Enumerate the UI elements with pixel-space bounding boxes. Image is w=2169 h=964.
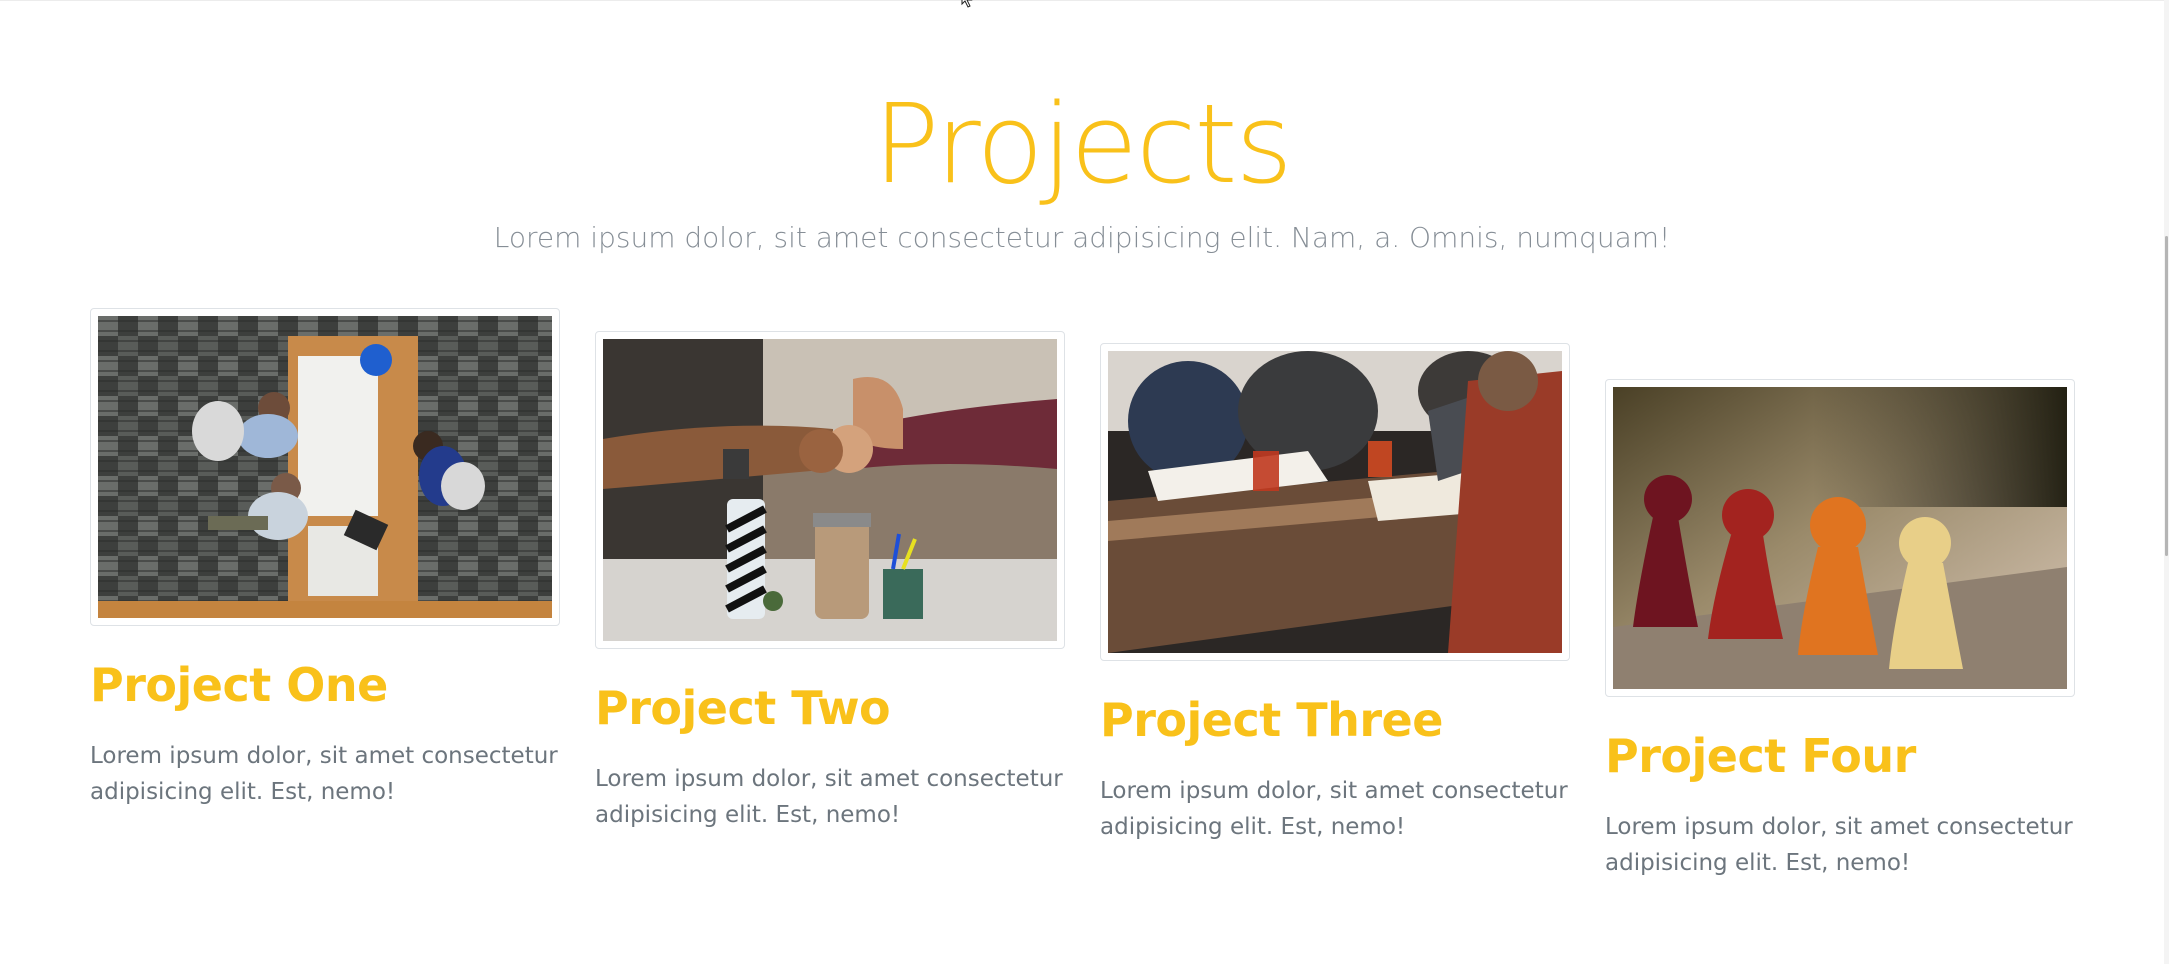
mouse-pointer-icon bbox=[961, 0, 973, 8]
project-description: Lorem ipsum dolor, sit amet consectetur … bbox=[595, 766, 1063, 828]
project-title[interactable]: Project Four bbox=[1605, 729, 2075, 783]
project-image-frame[interactable] bbox=[1605, 379, 2075, 697]
project-card-three[interactable]: Project Three Lorem ipsum dolor, sit ame… bbox=[1100, 343, 1570, 845]
team-meeting-photo bbox=[98, 316, 552, 618]
project-image-frame[interactable] bbox=[90, 308, 560, 626]
project-image-frame[interactable] bbox=[1100, 343, 1570, 661]
project-description: Lorem ipsum dolor, sit amet consectetur … bbox=[90, 743, 558, 805]
project-title[interactable]: Project Two bbox=[595, 681, 1065, 735]
project-title[interactable]: Project Three bbox=[1100, 693, 1570, 747]
project-image-frame[interactable] bbox=[595, 331, 1065, 649]
project-title[interactable]: Project One bbox=[90, 658, 560, 712]
scrollbar-thumb[interactable] bbox=[2165, 236, 2168, 556]
projects-page: Projects Lorem ipsum dolor, sit amet con… bbox=[0, 0, 2169, 964]
fist-bump-photo bbox=[603, 339, 1057, 641]
top-divider bbox=[0, 0, 2169, 1]
people-at-table-photo bbox=[1108, 351, 1562, 653]
project-card-four[interactable]: Project Four Lorem ipsum dolor, sit amet… bbox=[1605, 379, 2075, 881]
project-card-two[interactable]: Project Two Lorem ipsum dolor, sit amet … bbox=[595, 331, 1065, 833]
wooden-game-pieces-photo bbox=[1613, 387, 2067, 689]
section-title: Projects bbox=[873, 80, 1293, 208]
project-card-one[interactable]: Project One Lorem ipsum dolor, sit amet … bbox=[90, 308, 560, 810]
project-description: Lorem ipsum dolor, sit amet consectetur … bbox=[1100, 778, 1568, 840]
section-subtitle: Lorem ipsum dolor, sit amet consectetur … bbox=[493, 221, 1671, 254]
project-description: Lorem ipsum dolor, sit amet consectetur … bbox=[1605, 814, 2073, 876]
